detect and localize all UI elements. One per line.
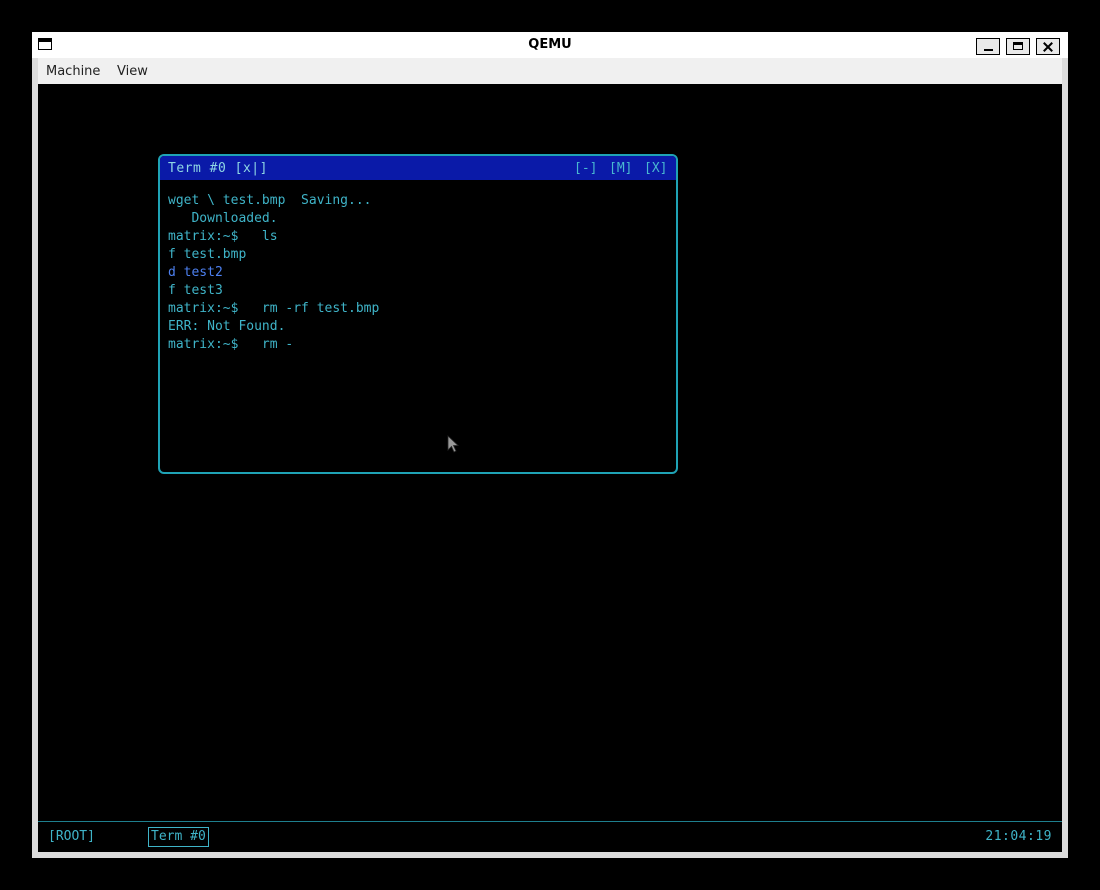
terminal-maximize-button[interactable]: [M] <box>609 161 632 176</box>
menu-view[interactable]: View <box>117 64 148 79</box>
terminal-line: matrix:~$ ls <box>168 229 278 244</box>
qemu-window: QEMU Machine View Term #0 [x|] [-] [M] [… <box>32 32 1068 858</box>
terminal-line: ERR: Not Found. <box>168 319 286 334</box>
guest-display[interactable]: Term #0 [x|] [-] [M] [X] wget \ test.bmp… <box>38 84 1062 852</box>
menu-bar: Machine View <box>38 58 1062 84</box>
taskbar: [ROOT] Term #0 21:04:19 <box>38 821 1062 852</box>
terminal-line: f test3 <box>168 283 223 298</box>
terminal-line: Downloaded. <box>168 211 278 226</box>
directory-name: test2 <box>183 265 223 280</box>
terminal-line-directory: d test2 <box>168 264 668 282</box>
terminal-prompt-line[interactable]: matrix:~$ rm - <box>168 336 668 354</box>
taskbar-term-button[interactable]: Term #0 <box>148 827 209 847</box>
terminal-window[interactable]: Term #0 [x|] [-] [M] [X] wget \ test.bmp… <box>158 154 678 474</box>
maximize-button[interactable] <box>1006 38 1030 55</box>
menu-machine[interactable]: Machine <box>46 64 100 79</box>
qemu-titlebar[interactable]: QEMU <box>32 32 1068 58</box>
terminal-title: Term #0 [x|] <box>168 161 268 176</box>
mouse-cursor-icon <box>447 435 460 453</box>
terminal-line: wget \ test.bmp Saving... <box>168 193 372 208</box>
window-title: QEMU <box>528 37 572 52</box>
terminal-titlebar[interactable]: Term #0 [x|] [-] [M] [X] <box>160 156 676 180</box>
minimize-button[interactable] <box>976 38 1000 55</box>
terminal-minimize-button[interactable]: [-] <box>574 161 597 176</box>
terminal-line: matrix:~$ rm -rf test.bmp <box>168 301 380 316</box>
close-button[interactable] <box>1036 38 1060 55</box>
terminal-output[interactable]: wget \ test.bmp Saving... Downloaded. ma… <box>168 192 668 354</box>
taskbar-clock: 21:04:19 <box>985 829 1052 844</box>
terminal-close-button[interactable]: [X] <box>644 161 667 176</box>
terminal-line: f test.bmp <box>168 247 247 262</box>
directory-prefix: d <box>168 265 184 280</box>
taskbar-root-label[interactable]: [ROOT] <box>48 829 95 844</box>
